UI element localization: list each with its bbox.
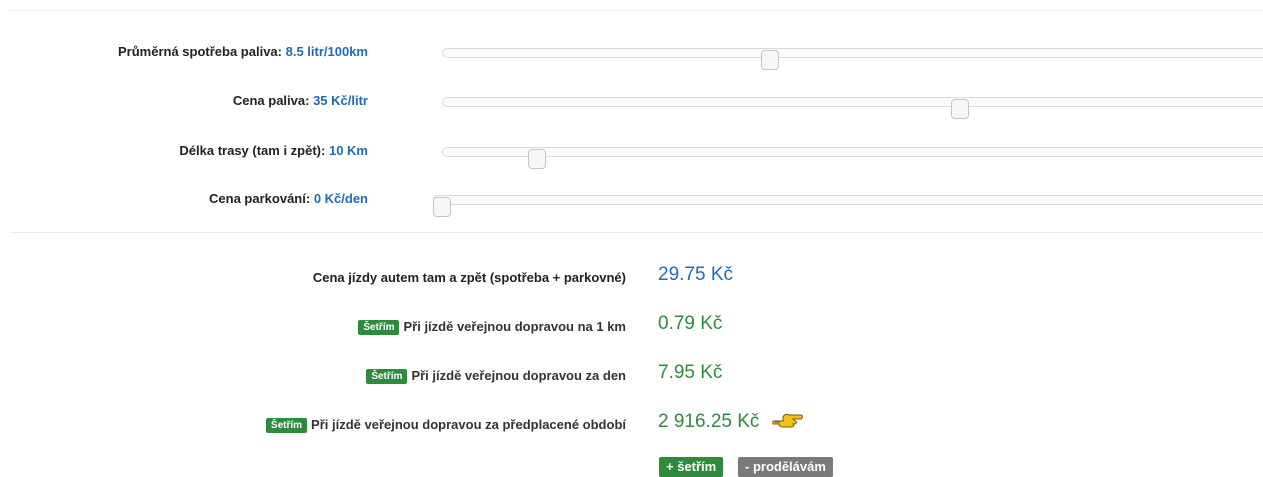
top-divider <box>10 10 1263 11</box>
slider-value: 0 Kč/den <box>313 191 368 206</box>
result-row-car-cost: Cena jízdy autem tam a zpět (spotřeba + … <box>0 262 1263 292</box>
fuel-price-slider-track[interactable] <box>442 97 1263 119</box>
result-value: 2 916.25 Kč <box>658 411 760 432</box>
slider-value: 8.5 litr/100km <box>285 44 368 59</box>
result-row-prepaid-period: Šetřím Při jízdě veřejnou dopravou za pře… <box>0 409 1263 439</box>
slider-label: Délka trasy (tam i zpět): <box>179 143 326 158</box>
consumption-slider-handle[interactable] <box>761 50 779 70</box>
result-row-per-km: Šetřím Při jízdě veřejnou dopravou na 1 k… <box>0 311 1263 341</box>
parking-slider-handle[interactable] <box>433 197 451 217</box>
consumption-slider-track[interactable] <box>442 48 1263 70</box>
route-length-slider-handle[interactable] <box>528 149 546 169</box>
pointing-hand-icon <box>771 411 805 437</box>
result-value: 7.95 Kč <box>658 362 723 383</box>
result-label: Cena jízdy autem tam a zpět (spotřeba + … <box>312 270 626 285</box>
slider-row-parking: Cena parkování: 0 Kč/den <box>0 187 1263 217</box>
result-value: 29.75 Kč <box>658 264 733 285</box>
slider-label: Cena paliva: <box>232 93 310 108</box>
result-value: 0.79 Kč <box>658 313 723 334</box>
fuel-price-slider-handle[interactable] <box>951 99 969 119</box>
slider-value: 10 Km <box>328 143 368 158</box>
slider-value: 35 Kč/litr <box>313 93 368 108</box>
saving-badge: Šetřím <box>358 320 400 335</box>
slider-label: Cena parkování: <box>209 191 311 206</box>
slider-row-consumption: Průměrná spotřeba paliva: 8.5 litr/100km <box>0 40 1263 70</box>
result-label: Při jízdě veřejnou dopravou za den <box>411 368 626 383</box>
losing-button[interactable]: - prodělávám <box>738 457 833 477</box>
saving-badge: Šetřím <box>265 418 308 433</box>
result-label: Při jízdě veřejnou dopravou na 1 km <box>403 319 626 334</box>
result-row-per-day: Šetřím Při jízdě veřejnou dopravou za den… <box>0 360 1263 390</box>
saving-badge: Šetřím <box>366 369 408 384</box>
slider-row-route-length: Délka trasy (tam i zpět): 10 Km <box>0 139 1263 169</box>
parking-slider-track[interactable] <box>433 195 1263 217</box>
middle-divider <box>10 232 1263 233</box>
saving-button[interactable]: + šetřím <box>659 457 724 477</box>
slider-label: Průměrná spotřeba paliva: <box>117 44 282 59</box>
result-label: Při jízdě veřejnou dopravou za předplace… <box>311 417 626 432</box>
slider-row-fuel-price: Cena paliva: 35 Kč/litr <box>0 89 1263 119</box>
route-length-slider-track[interactable] <box>442 147 1263 169</box>
